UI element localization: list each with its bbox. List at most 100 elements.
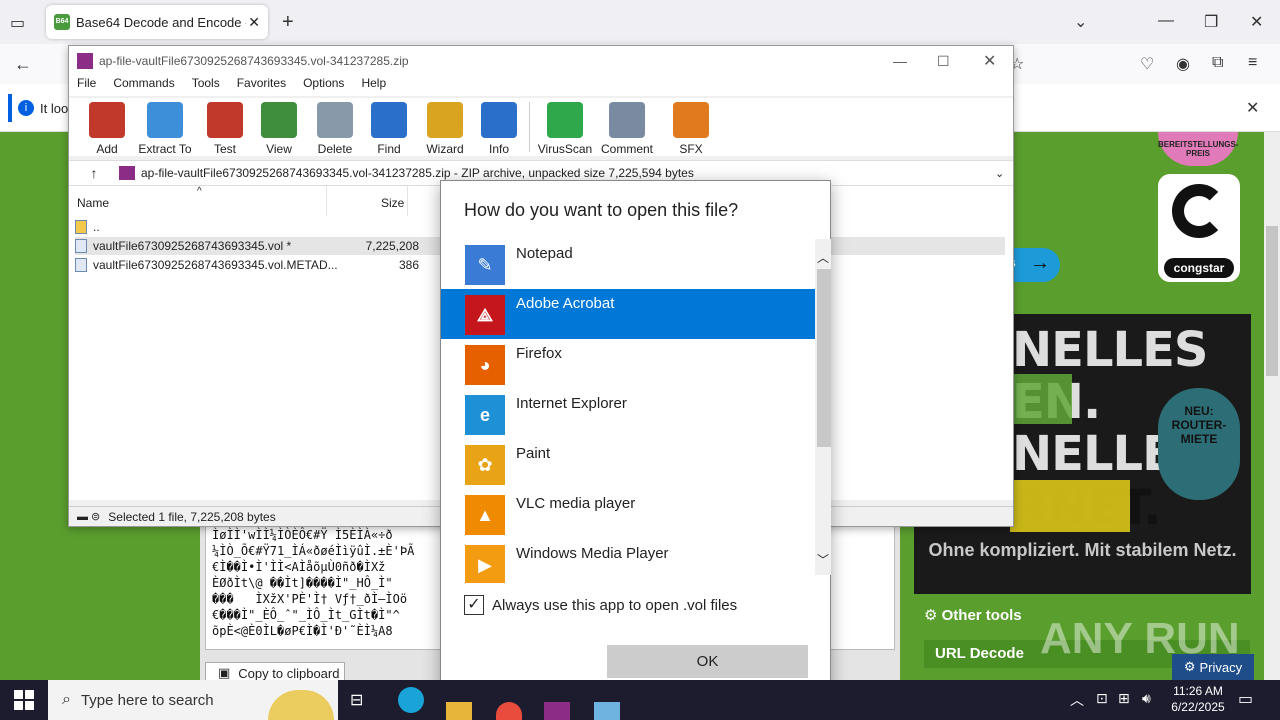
notification-accent — [8, 94, 12, 122]
toolbar-wizard-button[interactable]: Wizard — [415, 102, 475, 156]
toolbar-find-button[interactable]: Find — [359, 102, 419, 156]
scroll-up-icon[interactable]: ︿ — [817, 249, 829, 266]
toolbar-separator — [529, 102, 530, 152]
winrar-taskbar-icon[interactable] — [544, 702, 570, 720]
menu-tools[interactable]: Tools — [192, 76, 220, 96]
page-scrollbar[interactable] — [1264, 132, 1280, 680]
menu-options[interactable]: Options — [303, 76, 344, 96]
winrar-menubar: File Commands Tools Favorites Options Help — [69, 76, 1013, 96]
virusscan-icon — [547, 102, 583, 138]
notifications-icon[interactable]: ▭ — [1238, 689, 1253, 709]
app-option-windows-media-player[interactable]: ▶ Windows Media Player — [441, 539, 815, 583]
menu-help[interactable]: Help — [361, 76, 386, 96]
toolbar-view-button[interactable]: View — [249, 102, 309, 156]
app-option-internet-explorer[interactable]: e Internet Explorer — [441, 389, 815, 439]
toolbar-delete-button[interactable]: Delete — [305, 102, 365, 156]
app-option-adobe-acrobat[interactable]: ⟁ Adobe Acrobat — [441, 289, 815, 339]
col-name[interactable]: Name — [77, 196, 109, 210]
volume-icon[interactable]: 🔊︎ — [1142, 690, 1151, 707]
toolbar-info-button[interactable]: Info — [469, 102, 529, 156]
taskbar-search[interactable]: ⌕ Type here to search — [48, 680, 338, 720]
col-size[interactable]: Size — [381, 196, 404, 210]
windows-start-icon[interactable] — [14, 690, 34, 710]
toolbar-comment-button[interactable]: Comment — [597, 102, 657, 156]
router-badge: NEU: ROUTER-MIETE — [1158, 388, 1240, 500]
privacy-gear-icon: ⚙ — [1183, 659, 1196, 674]
list-all-tabs-icon[interactable]: ⌄ — [1074, 12, 1087, 32]
winrar-close-icon[interactable]: ✕ — [983, 51, 996, 71]
firefox-taskbar-icon[interactable] — [496, 702, 522, 720]
file-explorer-icon[interactable] — [446, 702, 472, 720]
sfx-icon — [673, 102, 709, 138]
always-use-option[interactable]: ✓ Always use this app to open .vol files — [464, 595, 737, 615]
toolbar-extract-to-button[interactable]: Extract To — [135, 102, 195, 156]
other-tools-label: Other tools — [941, 607, 1022, 624]
task-view-icon[interactable]: ⊟ — [350, 690, 363, 710]
close-window-icon[interactable]: ✕ — [1250, 12, 1263, 32]
privacy-button[interactable]: ⚙ Privacy — [1172, 654, 1254, 680]
clock-date: 6/22/2025 — [1171, 700, 1225, 714]
col-divider — [326, 186, 327, 216]
tray-device-icon[interactable]: ⊡ — [1096, 690, 1108, 707]
gear-icon: ⚙ — [924, 607, 938, 624]
winrar-minimize-icon[interactable]: — — [893, 53, 907, 69]
menu-file[interactable]: File — [77, 76, 96, 96]
app-label: Adobe Acrobat — [516, 295, 615, 312]
other-tools-heading: ⚙ Other tools — [924, 606, 1022, 624]
toolbar-sfx-button[interactable]: SFX — [661, 102, 721, 156]
close-tab-icon[interactable]: ✕ — [248, 14, 260, 31]
scroll-down-icon[interactable]: ﹀ — [817, 551, 829, 568]
app-list-scroll-thumb[interactable] — [817, 269, 831, 447]
status-text: Selected 1 file, 7,225,208 bytes — [108, 509, 276, 524]
view-icon — [261, 102, 297, 138]
ad-cta-button[interactable]: s → — [1008, 248, 1060, 282]
toolbar-test-button[interactable]: Test — [195, 102, 255, 156]
path-dropdown-icon[interactable]: ⌄ — [995, 167, 1004, 180]
delete-icon — [317, 102, 353, 138]
ok-button[interactable]: OK — [607, 645, 808, 678]
restore-icon[interactable]: ❐ — [1204, 12, 1218, 32]
network-icon[interactable]: ⊞ — [1118, 690, 1130, 707]
toolbar-virusscan-button[interactable]: VirusScan — [535, 102, 595, 156]
congstar-logo[interactable]: congstar — [1158, 174, 1240, 282]
app-taskbar-icon[interactable] — [594, 702, 620, 720]
search-placeholder: Type here to search — [80, 691, 214, 709]
up-folder-icon[interactable]: ↑ — [69, 165, 119, 181]
open-with-dialog: How do you want to open this file? ✎ Note… — [440, 180, 831, 702]
vlc-icon: ▲ — [465, 495, 505, 535]
account-icon[interactable]: ◉ — [1176, 54, 1190, 74]
app-option-vlc-media-player[interactable]: ▲ VLC media player — [441, 489, 815, 539]
back-icon[interactable]: ← — [14, 54, 32, 75]
page-scroll-thumb[interactable] — [1266, 226, 1278, 376]
firefox-icon: ◕ — [465, 345, 505, 385]
congstar-wordmark: congstar — [1164, 258, 1234, 278]
paint-icon: ✿ — [465, 445, 505, 485]
menu-favorites[interactable]: Favorites — [237, 76, 286, 96]
folder-up-icon — [75, 220, 87, 234]
tab-list-icon[interactable]: ▭ — [10, 13, 25, 33]
minimize-icon[interactable]: — — [1158, 12, 1174, 30]
menu-commands[interactable]: Commands — [113, 76, 174, 96]
arrow-right-icon: → — [1030, 252, 1050, 274]
app-option-notepad[interactable]: ✎ Notepad — [441, 239, 815, 289]
new-tab-icon[interactable]: + — [282, 11, 294, 34]
app-option-firefox[interactable]: ◕ Firefox — [441, 339, 815, 389]
tab-base64[interactable]: B64 Base64 Decode and Encode - O ✕ — [46, 5, 268, 39]
app-label: Paint — [516, 445, 551, 462]
toolbar-label: Info — [488, 142, 509, 156]
taskbar-clock[interactable]: 11:26 AM 6/22/2025 — [1162, 683, 1234, 717]
info-icon: i — [18, 100, 34, 116]
menu-icon[interactable]: ≡ — [1248, 54, 1257, 72]
sort-arrow-icon: ^ — [197, 186, 202, 197]
app-option-paint[interactable]: ✿ Paint — [441, 439, 815, 489]
file-name: .. — [93, 220, 100, 234]
extensions-icon[interactable]: ⧉ — [1212, 54, 1223, 72]
always-use-checkbox[interactable]: ✓ — [464, 595, 484, 615]
edge-icon[interactable] — [398, 687, 424, 713]
toolbar-add-button[interactable]: Add — [77, 102, 137, 156]
close-notification-icon[interactable]: ✕ — [1246, 98, 1259, 118]
winrar-maximize-icon[interactable]: ☐ — [937, 53, 950, 70]
tray-chevron-icon[interactable]: ︿ — [1070, 690, 1084, 710]
zip-icon — [119, 166, 135, 180]
pocket-icon[interactable]: ♡ — [1140, 54, 1154, 74]
